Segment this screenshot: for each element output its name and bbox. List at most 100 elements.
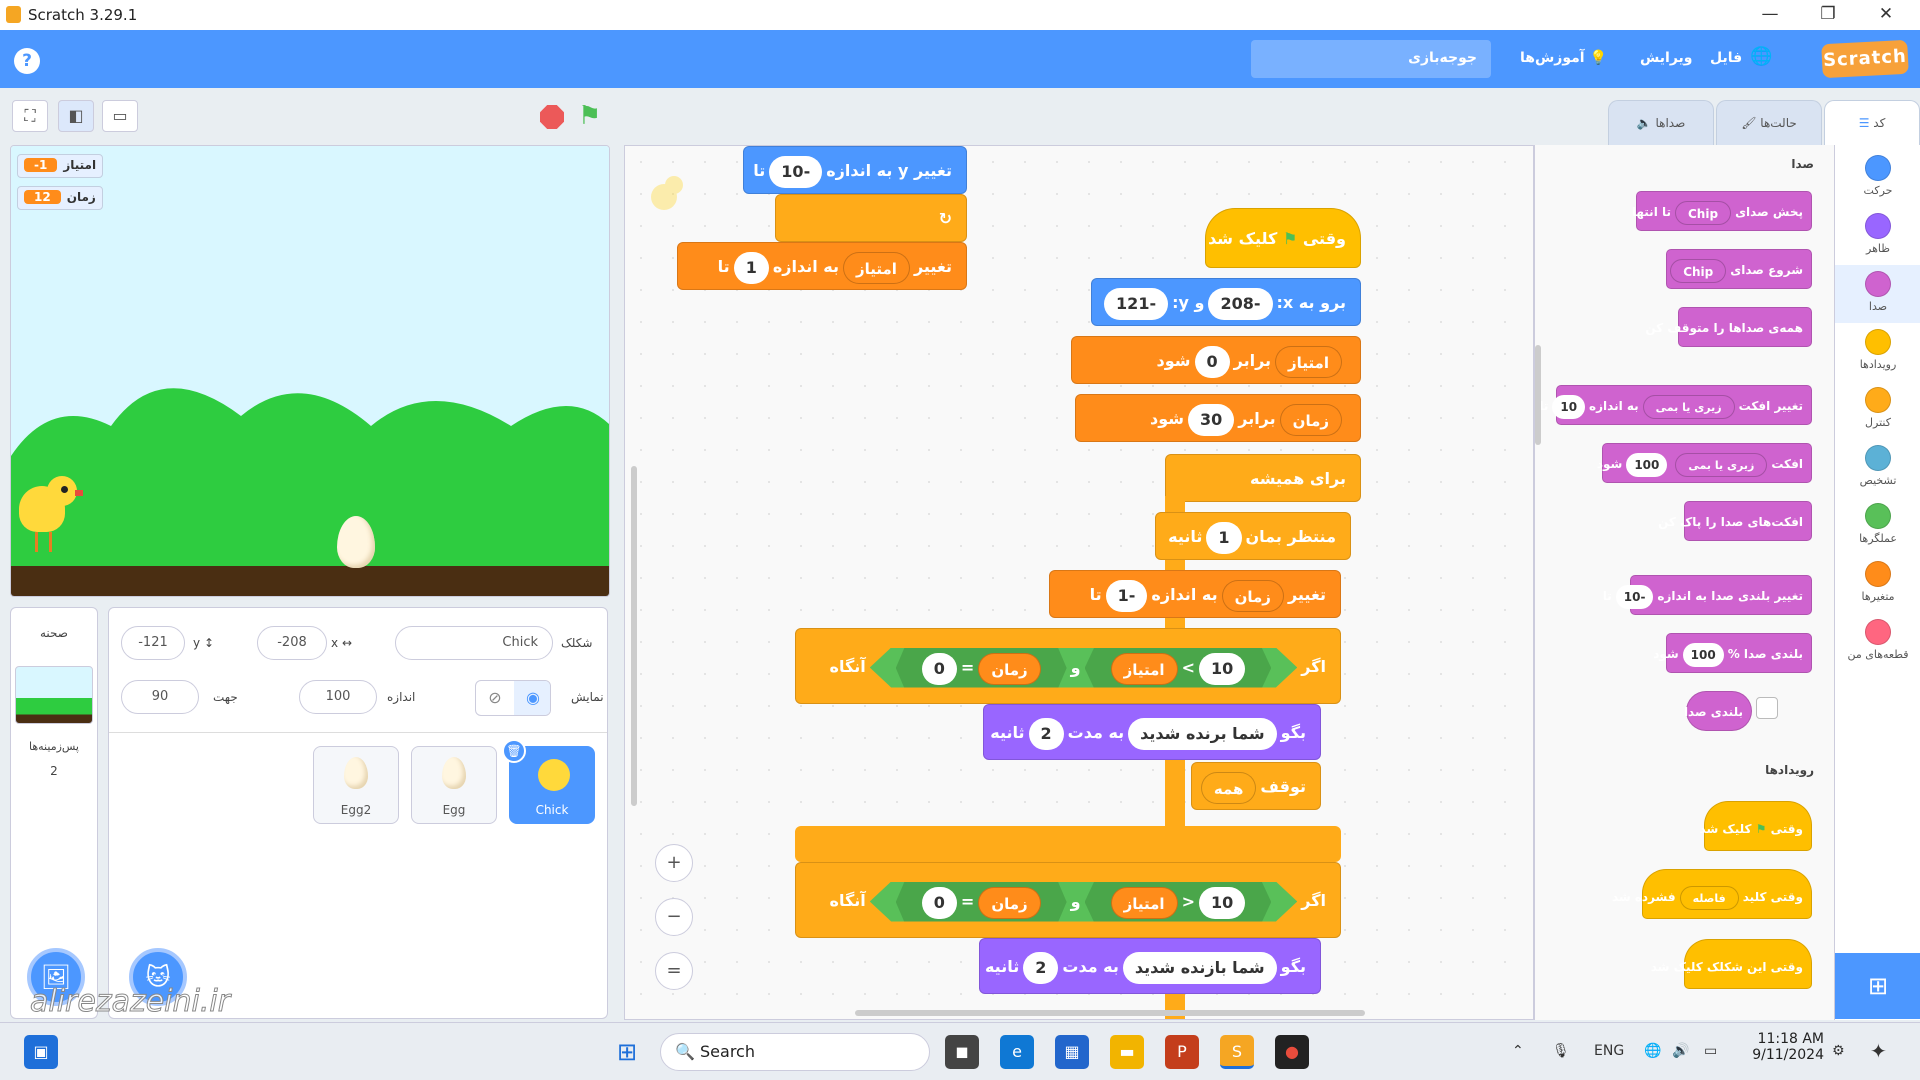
and-operator[interactable]: 10>امتیازوزمان=0 — [869, 647, 1298, 688]
palette-set-volume[interactable]: بلندی صدا %100شود — [1653, 633, 1812, 673]
windows-start-icon[interactable]: ⊞ — [610, 1035, 644, 1069]
change-score-block[interactable]: تغییرامتیازبه اندازه1تا — [677, 242, 967, 290]
maximize-button[interactable]: ❐ — [1800, 0, 1856, 30]
direction-input[interactable]: 90 — [121, 680, 199, 714]
edge-browser-icon[interactable]: e — [1000, 1035, 1034, 1069]
wait-block[interactable]: منتظر بمان1ثانیه — [1155, 512, 1351, 560]
change-y-block[interactable]: تغییر y به اندازه-10تا — [743, 146, 967, 194]
battery-icon[interactable]: ▭ — [1704, 1043, 1717, 1059]
vertical-scrollbar[interactable] — [631, 466, 637, 806]
stop-all-block[interactable]: توقفهمه — [1191, 762, 1321, 810]
category-sound[interactable]: صدا — [1835, 265, 1920, 323]
file-menu[interactable]: فایل — [1710, 50, 1742, 66]
sprite-tile-chick[interactable]: Chick 🗑 — [502, 739, 595, 824]
tab-costumes[interactable]: 🖌 حالت‌ها — [1716, 100, 1822, 146]
hide-eye-icon[interactable]: ⊘ — [476, 681, 514, 715]
when-flag-clicked-block[interactable]: وقتی ⚑ کلیک شد — [1205, 208, 1361, 268]
tab-code[interactable]: ☰ کد — [1824, 100, 1920, 146]
store-icon[interactable]: ▦ — [1055, 1035, 1089, 1069]
close-button[interactable]: ✕ — [1858, 0, 1914, 30]
category-variables[interactable]: متغیرها — [1835, 555, 1920, 613]
palette-volume-reporter[interactable]: بلندی صدا — [1684, 691, 1752, 731]
show-eye-icon[interactable]: ◉ — [514, 681, 550, 715]
code-workspace[interactable]: تغییر y به اندازه-10تا ↻ تغییرامتیازبه ا… — [624, 145, 1534, 1020]
tutorials-menu[interactable]: آموزش‌ها 💡 — [1520, 50, 1607, 66]
sprite-name-input[interactable]: Chick — [395, 626, 553, 660]
taskbar-clock[interactable]: 11:18 AM 9/11/2024 — [1752, 1031, 1824, 1063]
zoom-reset-icon[interactable]: = — [655, 952, 693, 990]
less-than-operator[interactable]: 10<امتیاز — [1084, 882, 1272, 922]
x-position-input[interactable]: -208 — [257, 626, 327, 660]
language-globe-icon[interactable]: 🌐 — [1750, 46, 1772, 67]
palette-when-sprite-clicked[interactable]: وقتی این شکلک کلیک شد — [1651, 939, 1812, 989]
delete-sprite-icon[interactable]: 🗑 — [502, 739, 526, 763]
stage-selector-panel[interactable]: صحنه پس‌زمینه‌ها 2 🖼 — [10, 607, 98, 1019]
goto-xy-block[interactable]: برو به x:-208و y:-121 — [1091, 278, 1361, 326]
equals-operator[interactable]: زمان=0 — [895, 882, 1067, 922]
file-explorer-icon[interactable]: ▬ — [1110, 1035, 1144, 1069]
equals-operator[interactable]: زمان=0 — [895, 648, 1067, 688]
time-monitor[interactable]: 12 زمان — [17, 186, 103, 210]
scratch-taskbar-icon[interactable]: S — [1220, 1035, 1254, 1069]
volume-icon[interactable]: 🔊 — [1672, 1043, 1689, 1059]
sprite-tile-egg[interactable]: Egg — [411, 746, 497, 824]
category-events[interactable]: رویدادها — [1835, 323, 1920, 381]
change-time-block[interactable]: تغییرزمانبه اندازه-1تا — [1049, 570, 1341, 618]
if-win-block[interactable]: اگر10>امتیازوزمان=0آنگاه — [795, 628, 1341, 704]
say-win-block[interactable]: بگوشما برنده شدیدبه مدت2ثانیه — [983, 704, 1321, 760]
category-looks[interactable]: ظاهر — [1835, 207, 1920, 265]
network-icon[interactable]: 🌐 — [1644, 1043, 1661, 1059]
volume-monitor-checkbox[interactable] — [1756, 697, 1778, 719]
palette-stop-all-sounds[interactable]: همه‌ی صداها را متوقف کن — [1645, 307, 1812, 347]
stop-icon[interactable] — [540, 105, 564, 129]
say-lose-block[interactable]: بگوشما بازنده شدیدبه مدت2ثانیه — [979, 938, 1321, 994]
help-icon[interactable]: ? — [14, 48, 40, 74]
minimize-button[interactable]: — — [1742, 0, 1798, 30]
large-stage-icon[interactable]: ▭ — [102, 100, 138, 132]
category-operators[interactable]: عملگرها — [1835, 497, 1920, 555]
palette-change-volume[interactable]: تغییر بلندی صدا به اندازه-10تا — [1603, 575, 1812, 615]
category-motion[interactable]: حرکت — [1835, 149, 1920, 207]
y-position-input[interactable]: -121 — [121, 626, 185, 660]
project-title-input[interactable]: جوجه‌بازی — [1251, 40, 1491, 78]
sprite-tile-egg2[interactable]: Egg2 — [313, 746, 399, 824]
notification-icon[interactable]: ⚙ — [1832, 1043, 1845, 1059]
small-stage-icon[interactable]: ◧ — [58, 100, 94, 132]
language-indicator[interactable]: ENG — [1594, 1043, 1624, 1059]
widgets-icon[interactable]: ▣ — [24, 1035, 58, 1069]
palette-when-key-pressed[interactable]: وقتی کلیدفاصلهفشرده شد — [1612, 869, 1812, 919]
tab-sounds[interactable]: 🔈 صداها — [1608, 100, 1714, 146]
palette-when-flag-clicked[interactable]: وقتی ⚑ کلیک شد — [1700, 801, 1812, 851]
score-monitor[interactable]: -1 امتیاز — [17, 154, 104, 178]
zoom-out-icon[interactable]: − — [655, 898, 693, 936]
stage-canvas[interactable]: -1 امتیاز 12 زمان — [10, 145, 610, 597]
powerpoint-icon[interactable]: P — [1165, 1035, 1199, 1069]
palette-play-sound-until-done[interactable]: پخش صدایChipتا انتها — [1632, 191, 1812, 231]
if-lose-block[interactable]: اگر10<امتیازوزمان=0آنگاه — [795, 862, 1341, 938]
greater-than-operator[interactable]: 10>امتیاز — [1084, 648, 1272, 688]
palette-clear-sound-effects[interactable]: افکت‌های صدا را پاک کن — [1658, 501, 1812, 541]
chevron-up-icon[interactable]: ⌃ — [1512, 1043, 1524, 1059]
fullscreen-icon[interactable]: ⛶ — [12, 100, 48, 132]
forever-block[interactable]: برای همیشه — [1165, 454, 1361, 502]
set-time-block[interactable]: زمانبرابر30شود — [1075, 394, 1361, 442]
microphone-icon[interactable]: 🎙 — [1552, 1043, 1570, 1059]
category-control[interactable]: کنترل — [1835, 381, 1920, 439]
category-my-blocks[interactable]: قطعه‌های من — [1835, 613, 1920, 671]
palette-change-sound-effect[interactable]: تغییر افکتزیری یا بمیبه اندازه10تا — [1539, 385, 1812, 425]
copilot-icon[interactable]: ✦ — [1870, 1039, 1887, 1063]
chick-sprite[interactable] — [13, 476, 85, 566]
add-extension-icon[interactable]: ⊞ — [1835, 953, 1920, 1019]
loop-end-block[interactable]: ↻ — [775, 194, 967, 242]
recorder-icon[interactable]: ● — [1275, 1035, 1309, 1069]
scratch-logo[interactable]: Scratch — [1821, 39, 1909, 79]
horizontal-scrollbar[interactable] — [855, 1010, 1365, 1016]
edit-menu[interactable]: ویرایش — [1640, 50, 1693, 66]
taskbar-search-box[interactable]: 🔍 Search — [660, 1033, 930, 1071]
palette-set-sound-effect[interactable]: افکتزیری یا بمی100شود — [1597, 443, 1812, 483]
and-operator[interactable]: 10<امتیازوزمان=0 — [869, 881, 1298, 922]
set-score-block[interactable]: امتیازبرابر0شود — [1071, 336, 1361, 384]
task-view-icon[interactable]: ◼ — [945, 1035, 979, 1069]
category-sensing[interactable]: تشخیص — [1835, 439, 1920, 497]
palette-start-sound[interactable]: شروع صدایChip — [1666, 249, 1812, 289]
